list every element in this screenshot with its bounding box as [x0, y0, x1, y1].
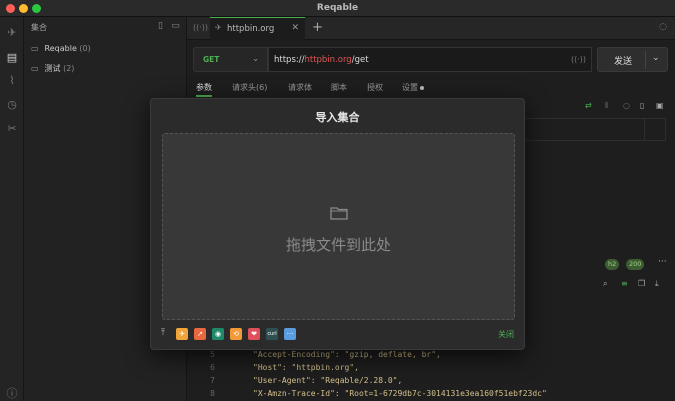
upload-icon[interactable]: ⤒: [161, 328, 165, 338]
param-toolbar: ⇄ ⦀ ○ ▯ ▣: [585, 101, 665, 113]
shuffle-icon[interactable]: ⇄: [585, 101, 592, 110]
help-icon[interactable]: ⓘ: [5, 387, 19, 401]
line-number: 6: [210, 363, 215, 372]
new-folder-icon[interactable]: ▭: [170, 21, 181, 32]
insomnia-icon[interactable]: ↗: [194, 328, 206, 340]
postman-icon[interactable]: ✈: [176, 328, 188, 340]
method-select[interactable]: GET ⌄: [193, 47, 268, 72]
line-number: 8: [210, 389, 215, 398]
drop-hint: 拖拽文件到此处: [285, 236, 391, 254]
tab-httpbin[interactable]: ✈ httpbin.org ✕: [210, 17, 305, 40]
divider: [644, 119, 645, 140]
chart-icon[interactable]: ⌇: [5, 74, 19, 88]
line-text: "User-Agent": "Reqable/2.28.0",: [253, 376, 403, 385]
line-text: "Host": "httpbin.org",: [253, 363, 359, 372]
tab-bar: ((·)) ✈ httpbin.org ✕ + ◌: [187, 17, 675, 40]
response-code: 5 "Accept-Encoding": "gzip, deflate, br",…: [195, 349, 665, 401]
import-collection-dialog: 导入集合 拖拽文件到此处 ⤒ ✈ ↗ ◉ ⟲ ❤ curl ··· 关闭: [150, 98, 525, 350]
divider: [645, 51, 646, 69]
trash-icon[interactable]: ▣: [656, 101, 664, 110]
folder-icon: ▭: [31, 64, 39, 73]
folder-icon: [330, 207, 348, 220]
line-number: 7: [210, 376, 215, 385]
folder-icon: ▭: [31, 44, 39, 53]
window-title: Reqable: [316, 3, 359, 13]
download-icon[interactable]: ⤓: [655, 279, 659, 289]
activity-bar: ✈ ▤ ⌇ ◷ ✂ ⓘ: [0, 17, 24, 401]
url-scheme: https://: [274, 55, 305, 65]
add-tab-button[interactable]: +: [312, 20, 323, 35]
code-line: 8 "X-Amzn-Trace-Id": "Root=1-6729db7c-301…: [195, 389, 547, 401]
filter-icon[interactable]: ≡: [621, 279, 628, 288]
tab-body[interactable]: 请求体: [288, 82, 312, 93]
url-path: /get: [351, 55, 369, 65]
url-row: GET ⌄ https://httpbin.org/get ((·)) 发送 ⌄: [193, 47, 668, 72]
modified-dot: [420, 85, 424, 90]
send-label: 发送: [614, 57, 633, 67]
tab-label: httpbin.org: [227, 24, 275, 34]
curl-icon[interactable]: curl: [266, 328, 278, 340]
signal-icon: ((·)): [570, 55, 586, 64]
sidebar-header: 集合 ▯ ▭: [24, 17, 187, 37]
sidebar-item-reqable[interactable]: ▭ Reqable (0): [31, 42, 91, 56]
sidebar-item-test[interactable]: ▭ 测试 (2): [31, 62, 74, 76]
collections-icon[interactable]: ▤: [5, 51, 19, 65]
sidebar-title: 集合: [31, 23, 47, 32]
code-line: 5 "Accept-Encoding": "gzip, deflate, br",: [195, 350, 441, 362]
copy-icon[interactable]: ❐: [638, 279, 645, 288]
request-tabs: 参数 请求头(6) 请求体 脚本 授权 设置: [193, 80, 668, 98]
response-status: h2 200 ···: [603, 257, 667, 271]
line-text: "Accept-Encoding": "gzip, deflate, br",: [253, 350, 441, 359]
file-drop-zone[interactable]: 拖拽文件到此处: [162, 133, 515, 320]
eye-icon[interactable]: ◉: [212, 328, 224, 340]
protocol-badge: h2: [605, 259, 620, 270]
line-number: 5: [210, 350, 215, 359]
tools-icon[interactable]: ✂: [5, 122, 19, 136]
columns-icon[interactable]: ⦀: [605, 101, 609, 111]
url-text: https://httpbin.org/get: [274, 55, 369, 65]
history-icon[interactable]: ◷: [5, 98, 19, 112]
circle-icon[interactable]: ○: [623, 101, 630, 110]
har-icon[interactable]: ···: [284, 328, 296, 340]
signal-icon: ((·)): [193, 23, 209, 32]
tab-script[interactable]: 脚本: [331, 82, 347, 93]
pocket-icon[interactable]: ❤: [248, 328, 260, 340]
chevron-down-icon: ⌄: [252, 54, 259, 63]
url-host: httpbin.org: [304, 55, 352, 65]
active-tab-indicator: [196, 95, 212, 97]
line-text: "X-Amzn-Trace-Id": "Root=1-6729db7c-3014…: [253, 389, 547, 398]
code-line: 6 "Host": "httpbin.org",: [195, 363, 359, 375]
sidebar-item-count: (2): [63, 64, 75, 73]
more-icon[interactable]: ···: [658, 257, 667, 267]
status-badge: 200: [626, 259, 645, 270]
param-row[interactable]: [516, 118, 666, 141]
tab-settings[interactable]: 设置: [402, 82, 424, 93]
tab-headers[interactable]: 请求头(6): [232, 82, 267, 93]
tab-auth[interactable]: 授权: [367, 82, 383, 93]
close-button[interactable]: 关闭: [498, 329, 514, 340]
response-toolbar: ⌕ ≡ ❐ ⤓: [601, 279, 667, 291]
method-label: GET: [203, 55, 220, 64]
dialog-title: 导入集合: [315, 111, 360, 124]
file-icon[interactable]: ▯: [640, 101, 644, 110]
sidebar-item-count: (0): [79, 44, 91, 53]
tab-settings-label: 设置: [402, 83, 418, 92]
search-icon[interactable]: ⌕: [603, 279, 607, 289]
tab-params[interactable]: 参数: [196, 82, 212, 93]
close-icon[interactable]: ✕: [291, 23, 299, 33]
sidebar-item-label: 测试: [44, 64, 61, 73]
sidebar-item-label: Reqable: [44, 44, 77, 53]
new-file-icon[interactable]: ▯: [155, 21, 166, 32]
code-line: 7 "User-Agent": "Reqable/2.28.0",: [195, 376, 402, 388]
dialog-footer: ⤒ ✈ ↗ ◉ ⟲ ❤ curl ··· 关闭: [161, 328, 516, 342]
rocket-icon[interactable]: ✈: [5, 26, 19, 40]
swagger-icon[interactable]: ⟲: [230, 328, 242, 340]
send-button[interactable]: 发送 ⌄: [597, 47, 668, 72]
rocket-icon: ✈: [215, 23, 222, 32]
chevron-down-icon[interactable]: ⌄: [652, 53, 660, 63]
title-bar: Reqable: [0, 0, 675, 17]
eye-off-icon[interactable]: ◌: [659, 22, 667, 32]
url-input[interactable]: https://httpbin.org/get ((·)): [268, 47, 592, 72]
